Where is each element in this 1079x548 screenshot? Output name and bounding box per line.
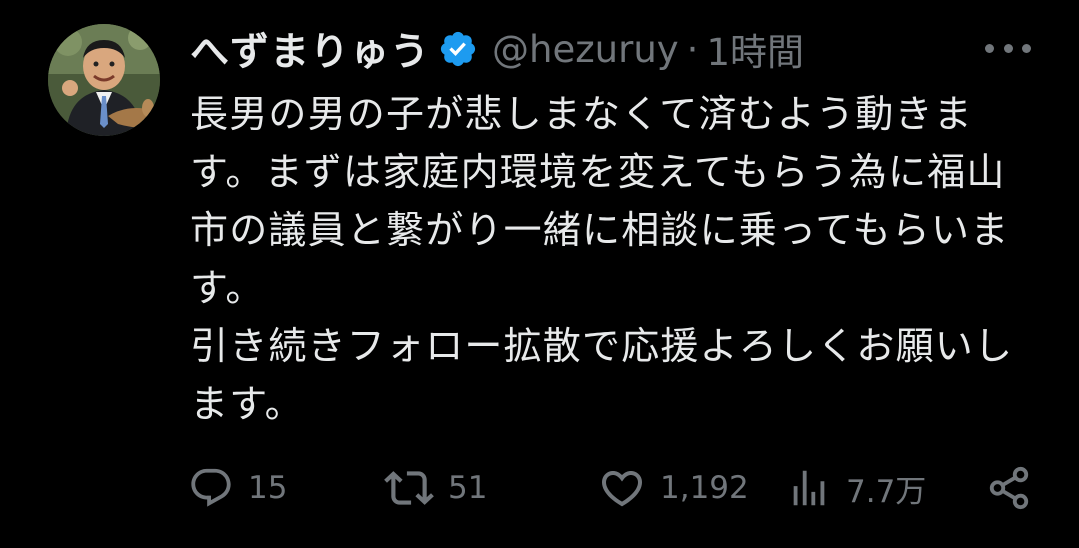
tweet-paragraph: 引き続きフォロー拡散で応援よろしくお願いします。 <box>190 324 1014 426</box>
avatar-image <box>48 24 160 136</box>
retweet-icon <box>384 471 434 505</box>
like-button[interactable]: 1,192 <box>598 458 749 518</box>
more-dot <box>985 43 994 53</box>
more-dot <box>1022 43 1031 53</box>
views-icon <box>793 470 825 506</box>
tweet-text: 長男の男の子が悲しまなくて済むよう動きます。まずは家庭内環境を変えてもらう為に福… <box>190 85 1040 433</box>
reply-count: 15 <box>248 470 288 506</box>
share-icon <box>989 466 1029 510</box>
views-button[interactable]: 7.7万 <box>786 458 926 518</box>
separator-dot: · <box>686 27 699 71</box>
display-name[interactable]: へずまりゅう <box>190 21 430 77</box>
more-options-icon[interactable] <box>985 38 1031 58</box>
avatar[interactable] <box>48 24 160 136</box>
more-dot <box>1003 43 1013 53</box>
retweet-count: 51 <box>448 470 488 506</box>
tweet-header: へずまりゅう @hezuruy · 1時間 <box>190 22 804 76</box>
action-bar: 15 51 1,192 7.7万 <box>188 458 1038 518</box>
retweet-button[interactable]: 51 <box>384 458 487 518</box>
reply-icon <box>191 468 231 507</box>
tweet-paragraph: 長男の男の子が悲しまなくて済むよう動きます。まずは家庭内環境を変えてもらう為に福… <box>190 92 1010 310</box>
verified-badge-icon <box>440 31 476 67</box>
tweet[interactable]: へずまりゅう @hezuruy · 1時間 長男の男の子が悲しまなくて済むよう動… <box>0 0 1079 548</box>
timestamp[interactable]: 1時間 <box>706 22 804 76</box>
handle[interactable]: @hezuruy <box>492 28 679 71</box>
views-count: 7.7万 <box>846 473 927 510</box>
like-count: 1,192 <box>660 470 749 506</box>
reply-button[interactable]: 15 <box>188 458 287 518</box>
share-button[interactable] <box>986 458 1032 518</box>
heart-icon <box>601 471 643 507</box>
